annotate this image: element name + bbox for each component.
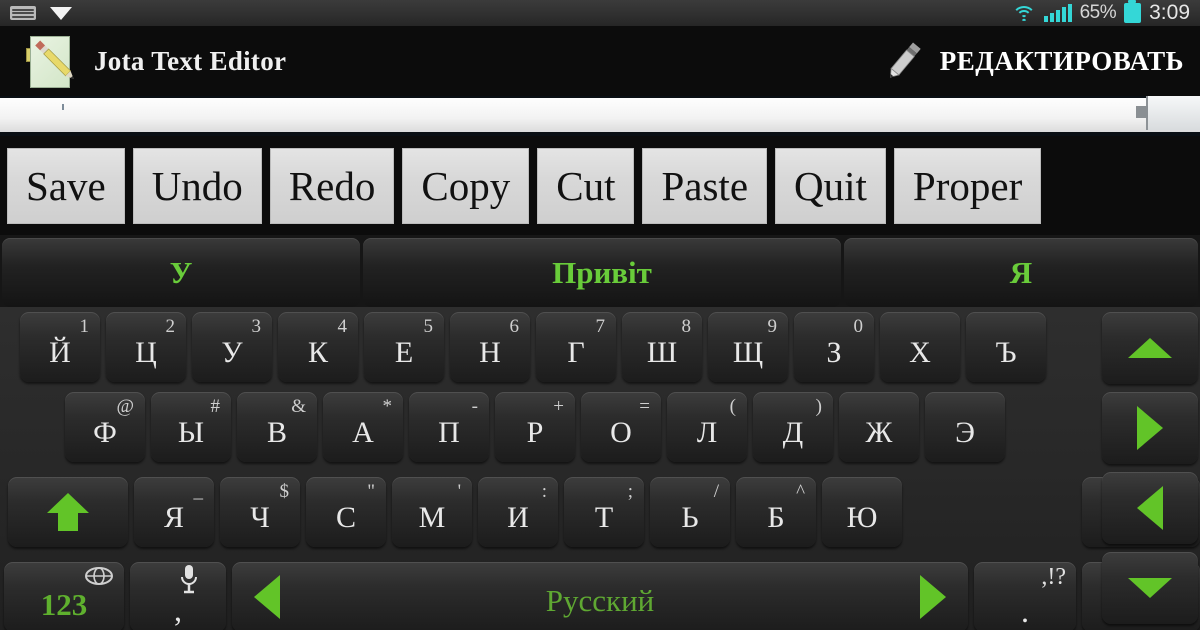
key-х[interactable]: Х [880, 312, 960, 382]
key-ф[interactable]: @ Ф [65, 392, 145, 462]
edit-action-label: РЕДАКТИРОВАТЬ [939, 45, 1184, 76]
microphone-icon [181, 565, 197, 594]
arrow-right-key[interactable] [1102, 392, 1198, 464]
key-я[interactable]: _ Я [134, 477, 214, 547]
key-н[interactable]: 6Н [450, 312, 530, 382]
prev-language-icon[interactable] [254, 575, 280, 619]
arrow-right-icon [1137, 406, 1163, 450]
page-title: Jota Text Editor [94, 45, 287, 76]
key-а[interactable]: * А [323, 392, 403, 462]
keyboard-row-3: _ Я $ Ч " С ' М :И ; Т / Ь ^ Б Ю [0, 477, 1200, 553]
cut-button[interactable]: Cut [537, 147, 635, 224]
keyboard-row-1: 1Й 2Ц 3У 4К 5Е 6Н 7Г 8Ш 9Щ 0З Х Ъ [0, 312, 1200, 388]
text-caret [62, 104, 64, 110]
scrollbar-thumb[interactable] [1136, 96, 1200, 130]
android-screen: 65% 3:09 Jota Text Editor РЕДАКТИРОВАТЬ … [0, 0, 1200, 630]
row3-spacer [908, 477, 1076, 553]
arrow-down-key[interactable] [1102, 552, 1198, 624]
key-и[interactable]: :И [478, 477, 558, 547]
arrow-left-key[interactable] [1102, 472, 1198, 544]
battery-percent: 65% [1079, 2, 1117, 23]
key-э[interactable]: Э [925, 392, 1005, 462]
function-toolbar[interactable]: Save Undo Redo Copy Cut Paste Quit Prope… [0, 136, 1200, 235]
comma-label: , [174, 591, 182, 628]
suggestion-item[interactable]: У [2, 238, 360, 307]
next-language-icon[interactable] [920, 575, 946, 619]
jota-app-icon [26, 32, 78, 90]
suggestion-bar: У Привіт Я [0, 235, 1200, 307]
save-button[interactable]: Save [7, 147, 125, 224]
key-ц[interactable]: 2Ц [106, 312, 186, 382]
suggestion-item[interactable]: Я [844, 238, 1198, 307]
wifi-icon [1011, 4, 1036, 22]
period-key[interactable]: ,!? . [974, 562, 1076, 630]
key-б[interactable]: ^ Б [736, 477, 816, 547]
key-м[interactable]: ' М [392, 477, 472, 547]
arrow-key-column [1102, 312, 1198, 630]
arrow-up-key[interactable] [1102, 312, 1198, 384]
arrow-left-icon [1137, 486, 1163, 530]
key-т[interactable]: ; Т [564, 477, 644, 547]
key-р[interactable]: + Р [495, 392, 575, 462]
key-ы[interactable]: # Ы [151, 392, 231, 462]
period-alt-label: ,!? [1041, 564, 1066, 590]
undo-button[interactable]: Undo [132, 147, 262, 224]
copy-button[interactable]: Copy [402, 147, 530, 224]
key-к[interactable]: 4К [278, 312, 358, 382]
status-bar: 65% 3:09 [0, 0, 1200, 26]
key-з[interactable]: 0З [794, 312, 874, 382]
suggestion-item[interactable]: Привіт [363, 238, 841, 307]
numeric-mode-label: 123 [40, 587, 88, 622]
key-у[interactable]: 3У [192, 312, 272, 382]
editor-area [0, 96, 1200, 136]
keyboard-row-4: 123 , Русский ,!? . [0, 562, 1200, 630]
quit-button[interactable]: Quit [775, 147, 886, 224]
key-ш[interactable]: 8Ш [622, 312, 702, 382]
redo-button[interactable]: Redo [269, 147, 395, 224]
key-о[interactable]: = О [581, 392, 661, 462]
app-title-bar: Jota Text Editor РЕДАКТИРОВАТЬ [0, 26, 1200, 96]
properties-button[interactable]: Proper [893, 147, 1042, 224]
key-щ[interactable]: 9Щ [708, 312, 788, 382]
key-л[interactable]: (Л [667, 392, 747, 462]
on-screen-keyboard: 1Й 2Ц 3У 4К 5Е 6Н 7Г 8Ш 9Щ 0З Х Ъ @ Ф # Ы … [0, 307, 1200, 630]
key-е[interactable]: 5Е [364, 312, 444, 382]
key-ж[interactable]: Ж [839, 392, 919, 462]
key-ъ[interactable]: Ъ [966, 312, 1046, 382]
space-key[interactable]: Русский [232, 562, 968, 630]
space-language-label: Русский [545, 583, 655, 618]
battery-icon [1124, 0, 1142, 23]
key-с[interactable]: " С [306, 477, 386, 547]
keyboard-icon [10, 6, 36, 20]
arrow-down-icon [1128, 578, 1172, 598]
edit-action-button[interactable]: РЕДАКТИРОВАТЬ [882, 39, 1184, 83]
key-ю[interactable]: Ю [822, 477, 902, 547]
shift-key[interactable] [8, 477, 128, 547]
keyboard-row-2: @ Ф # Ы & В * А -П + Р = О (Л ) Д Ж Э [0, 392, 1200, 468]
key-п[interactable]: -П [409, 392, 489, 462]
key-г[interactable]: 7Г [536, 312, 616, 382]
signal-bars-icon [1043, 4, 1072, 22]
paste-button[interactable]: Paste [642, 147, 768, 224]
key-ч[interactable]: $ Ч [220, 477, 300, 547]
key-й[interactable]: 1Й [20, 312, 100, 382]
pencil-icon [889, 42, 921, 78]
shift-icon [47, 493, 89, 531]
pencil-glyph [35, 40, 74, 80]
key-д[interactable]: ) Д [753, 392, 833, 462]
globe-icon [85, 567, 113, 585]
key-ь[interactable]: / Ь [650, 477, 730, 547]
status-bar-left [10, 6, 72, 20]
status-bar-clock: 3:09 [1149, 1, 1190, 24]
text-input[interactable] [0, 98, 1200, 132]
status-bar-right: 65% 3:09 [1011, 0, 1190, 25]
period-label: . [1021, 592, 1029, 629]
key-в[interactable]: & В [237, 392, 317, 462]
numeric-mode-key[interactable]: 123 [4, 562, 124, 630]
download-chevron-icon [50, 6, 72, 20]
comma-key[interactable]: , [130, 562, 226, 630]
arrow-up-icon [1128, 338, 1172, 358]
